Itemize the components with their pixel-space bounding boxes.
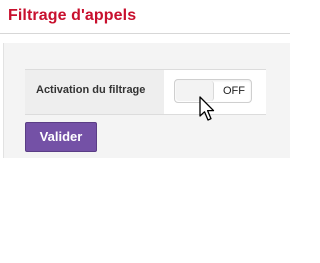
title-divider bbox=[0, 33, 290, 34]
panel-left-edge bbox=[3, 43, 4, 158]
row-bottom-divider bbox=[25, 114, 266, 115]
submit-button[interactable]: Valider bbox=[25, 122, 97, 152]
call-filtering-page: Filtrage d'appels Activation du filtrage… bbox=[0, 0, 296, 263]
filter-activation-label: Activation du filtrage bbox=[36, 84, 146, 96]
page-title: Filtrage d'appels bbox=[8, 7, 137, 24]
mouse-pointer-icon bbox=[199, 96, 215, 121]
toggle-state-label: OFF bbox=[223, 85, 245, 97]
